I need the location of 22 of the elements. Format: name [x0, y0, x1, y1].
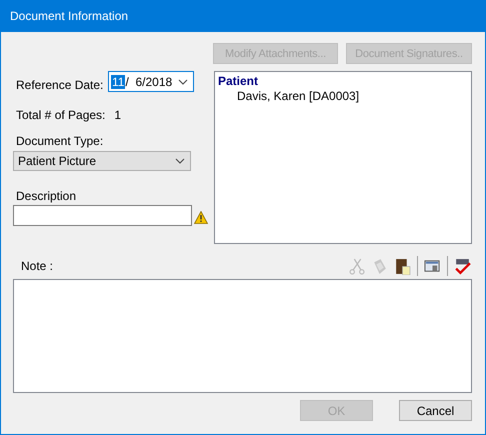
date-picker[interactable]: 11/ 6/2018	[108, 71, 194, 92]
clipboard-icon[interactable]	[394, 258, 411, 274]
field-label: Total # of Pages:	[16, 108, 106, 122]
month-segment[interactable]: 11	[111, 74, 126, 88]
description-field[interactable]	[13, 205, 192, 226]
note-field[interactable]	[13, 279, 472, 393]
window-title: Document Information	[10, 9, 128, 23]
list-header: Patient	[218, 74, 258, 88]
note-label: Note :	[21, 259, 54, 273]
field-label: Reference Date:	[16, 78, 104, 92]
chevron-icon	[175, 158, 185, 164]
chevron-icon	[178, 78, 188, 84]
date-value: / 6/2018	[125, 74, 172, 88]
screen-icon[interactable]	[424, 258, 441, 274]
page-count: 1	[114, 108, 122, 122]
patient-item[interactable]: Davis, Karen [DA0003]	[218, 89, 360, 103]
dropdown-value: Patient Picture	[18, 154, 96, 168]
document-type-dropdown[interactable]: Patient Picture	[13, 151, 191, 171]
field-label: Description	[16, 189, 78, 203]
field-label: Document Type:	[16, 134, 104, 148]
spellcheck-icon[interactable]	[454, 258, 471, 274]
dialog-button[interactable]: Cancel	[399, 400, 472, 421]
